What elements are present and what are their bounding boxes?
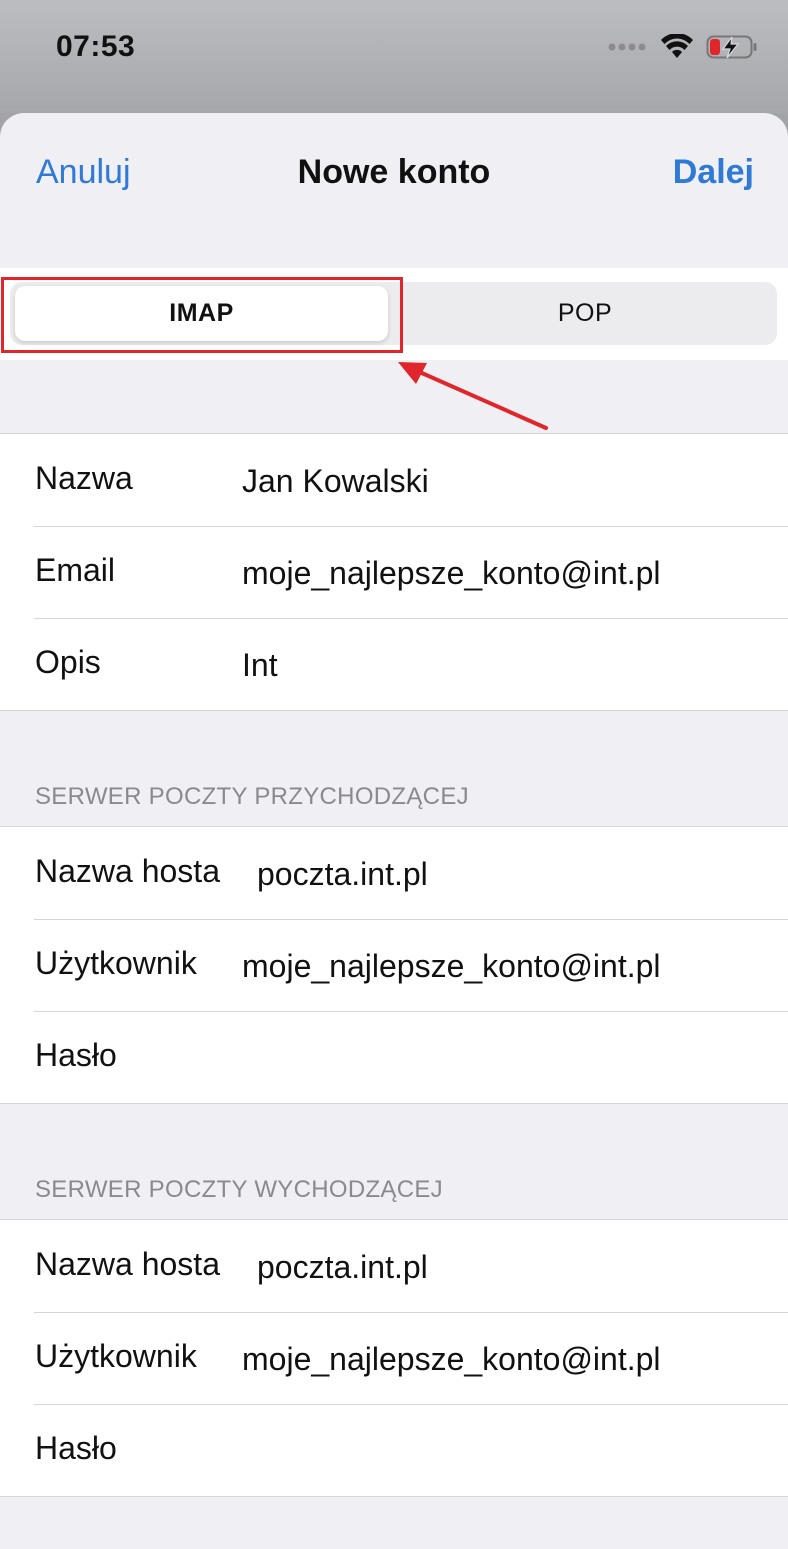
incoming-server-group: Nazwa hosta poczta.int.pl Użytkownik moj… (0, 826, 788, 1104)
form-row-outgoing-user[interactable]: Użytkownik moje_najlepsze_konto@int.pl (0, 1312, 788, 1404)
annotation-arrow-icon (398, 362, 548, 430)
outgoing-server-group: Nazwa hosta poczta.int.pl Użytkownik moj… (0, 1219, 788, 1497)
form-row-incoming-host[interactable]: Nazwa hosta poczta.int.pl (0, 827, 788, 919)
form-row-name[interactable]: Nazwa Jan Kowalski (0, 434, 788, 526)
email-label: Email (35, 552, 116, 588)
incoming-host-label: Nazwa hosta (35, 853, 220, 889)
outgoing-server-header: SERWER POCZTY WYCHODZĄCEJ (35, 1176, 443, 1203)
battery-charging-icon (706, 35, 757, 59)
outgoing-host-label: Nazwa hosta (35, 1246, 220, 1282)
name-field[interactable]: Jan Kowalski (242, 463, 429, 500)
status-bar: 07:53 (0, 0, 788, 113)
email-field[interactable]: moje_najlepsze_konto@int.pl (242, 555, 661, 592)
account-type-section: IMAP POP (0, 268, 788, 360)
form-row-outgoing-host[interactable]: Nazwa hosta poczta.int.pl (0, 1220, 788, 1312)
nav-bar: Anuluj Nowe konto Dalej (0, 113, 788, 233)
segment-imap[interactable]: IMAP (15, 286, 388, 341)
new-account-sheet: Anuluj Nowe konto Dalej IMAP POP Nazwa J… (0, 113, 788, 1549)
outgoing-user-label: Użytkownik (35, 1338, 197, 1374)
incoming-user-label: Użytkownik (35, 945, 197, 981)
account-details-group: Nazwa Jan Kowalski Email moje_najlepsze_… (0, 433, 788, 711)
wifi-icon (661, 34, 693, 58)
status-icons (608, 34, 758, 60)
incoming-host-field[interactable]: poczta.int.pl (257, 856, 428, 893)
description-label: Opis (35, 644, 101, 680)
status-time: 07:53 (56, 30, 136, 63)
next-button[interactable]: Dalej (673, 153, 754, 192)
segment-pop[interactable]: POP (398, 286, 772, 341)
account-type-segmented-control: IMAP POP (10, 282, 777, 345)
name-label: Nazwa (35, 460, 133, 496)
form-row-outgoing-password[interactable]: Hasło (0, 1404, 788, 1496)
form-row-description[interactable]: Opis Int (0, 618, 788, 710)
description-field[interactable]: Int (242, 647, 278, 684)
outgoing-user-field[interactable]: moje_najlepsze_konto@int.pl (242, 1341, 661, 1378)
form-row-incoming-password[interactable]: Hasło (0, 1011, 788, 1103)
incoming-password-label: Hasło (35, 1037, 117, 1073)
outgoing-password-label: Hasło (35, 1430, 117, 1466)
page-title: Nowe konto (297, 153, 491, 191)
cellular-dots-icon (608, 43, 646, 51)
form-row-incoming-user[interactable]: Użytkownik moje_najlepsze_konto@int.pl (0, 919, 788, 1011)
outgoing-host-field[interactable]: poczta.int.pl (257, 1249, 428, 1286)
incoming-user-field[interactable]: moje_najlepsze_konto@int.pl (242, 948, 661, 985)
incoming-server-header: SERWER POCZTY PRZYCHODZĄCEJ (35, 783, 469, 810)
form-row-email[interactable]: Email moje_najlepsze_konto@int.pl (0, 526, 788, 618)
